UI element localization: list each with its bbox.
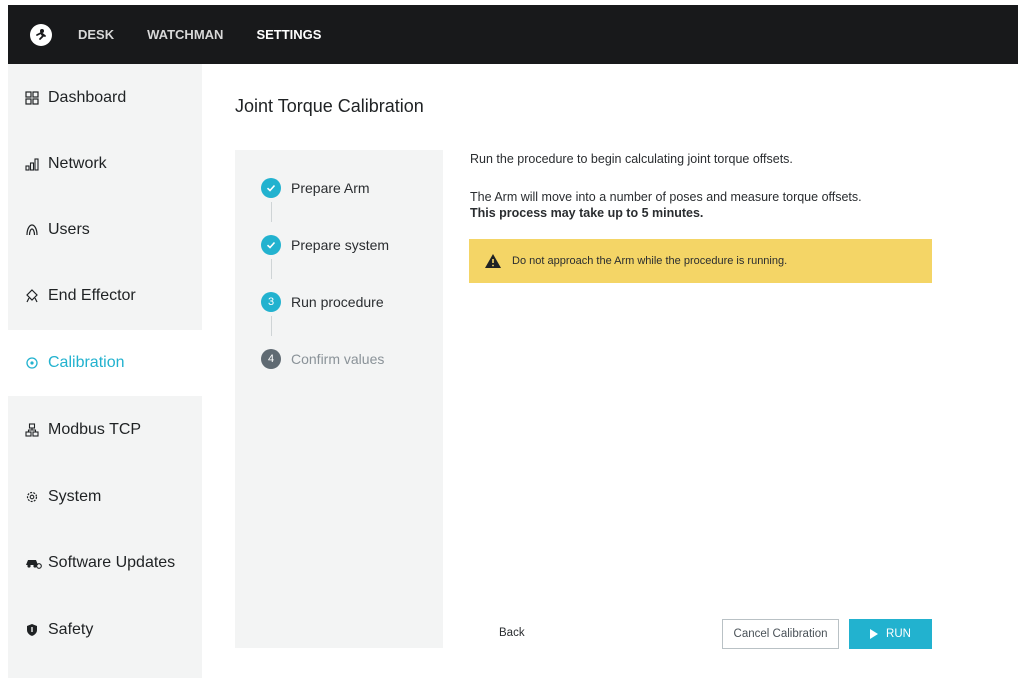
- check-icon: [261, 235, 281, 255]
- users-icon: [25, 223, 39, 237]
- app-logo-icon[interactable]: [30, 23, 52, 46]
- dashboard-icon: [25, 91, 39, 105]
- end-effector-icon: [25, 289, 39, 303]
- run-label: RUN: [886, 628, 911, 640]
- software-updates-icon: [25, 556, 42, 570]
- step-label: Confirm values: [291, 351, 385, 367]
- step-label: Run procedure: [291, 294, 384, 310]
- shield-icon: [25, 623, 39, 637]
- warning-icon: [484, 253, 502, 269]
- sidebar-item-safety[interactable]: Safety: [8, 597, 202, 663]
- calibration-icon: [25, 356, 39, 370]
- run-button[interactable]: RUN: [849, 619, 932, 649]
- step-number-badge: 4: [261, 349, 281, 369]
- sidebar-item-system[interactable]: System: [8, 464, 202, 530]
- nav-settings[interactable]: SETTINGS: [256, 27, 321, 42]
- page-title: Joint Torque Calibration: [235, 96, 424, 116]
- back-button[interactable]: Back: [499, 627, 525, 639]
- warning-banner: Do not approach the Arm while the proced…: [469, 239, 932, 283]
- sidebar-item-label: Modbus TCP: [48, 421, 142, 438]
- nav-watchman[interactable]: WATCHMAN: [147, 27, 223, 42]
- step-run-procedure: 3 Run procedure: [261, 292, 384, 312]
- sidebar-item-label: Users: [48, 221, 90, 238]
- sidebar-item-label: Dashboard: [48, 89, 127, 106]
- modbus-icon: [25, 423, 39, 437]
- sidebar-item-calibration[interactable]: Calibration: [8, 330, 202, 396]
- network-icon: [25, 157, 39, 171]
- sidebar-item-label: Calibration: [48, 354, 125, 371]
- step-prepare-arm: Prepare Arm: [261, 178, 370, 198]
- cancel-calibration-button[interactable]: Cancel Calibration: [722, 619, 839, 649]
- step-connector: [271, 316, 272, 336]
- check-icon: [261, 178, 281, 198]
- step-connector: [271, 202, 272, 222]
- sidebar-item-label: Software Updates: [48, 554, 176, 571]
- sidebar-item-label: Network: [48, 155, 107, 172]
- sidebar-item-network[interactable]: Network: [8, 131, 202, 197]
- step-label: Prepare system: [291, 237, 390, 253]
- step-prepare-system: Prepare system: [261, 235, 389, 255]
- sidebar-item-users[interactable]: Users: [8, 197, 202, 263]
- play-icon: [870, 629, 879, 639]
- step-number-badge: 3: [261, 292, 281, 312]
- duration-note: This process may take up to 5 minutes.: [470, 206, 704, 220]
- cancel-calibration-label: Cancel Calibration: [733, 628, 828, 640]
- gear-icon: [25, 490, 39, 504]
- sidebar-item-label: System: [48, 488, 102, 505]
- steps-panel: Prepare Arm Prepare system 3 Run procedu…: [235, 150, 443, 648]
- top-navigation-bar: DESK WATCHMAN SETTINGS: [8, 5, 1018, 64]
- step-confirm-values: 4 Confirm values: [261, 349, 384, 369]
- sidebar-item-end-effector[interactable]: End Effector: [8, 263, 202, 329]
- sidebar-item-label: End Effector: [48, 287, 136, 304]
- sidebar: Dashboard Network Users End Effector Cal…: [8, 64, 202, 678]
- step-connector: [271, 259, 272, 279]
- sidebar-item-modbus-tcp[interactable]: Modbus TCP: [8, 397, 202, 463]
- intro-text: Run the procedure to begin calculating j…: [470, 152, 793, 166]
- description-text: The Arm will move into a number of poses…: [470, 190, 862, 204]
- sidebar-item-label: Safety: [48, 621, 94, 638]
- nav-desk[interactable]: DESK: [78, 27, 114, 42]
- sidebar-item-software-updates[interactable]: Software Updates: [8, 530, 202, 596]
- step-label: Prepare Arm: [291, 180, 370, 196]
- warning-text: Do not approach the Arm while the proced…: [512, 255, 788, 267]
- sidebar-item-dashboard[interactable]: Dashboard: [8, 65, 202, 131]
